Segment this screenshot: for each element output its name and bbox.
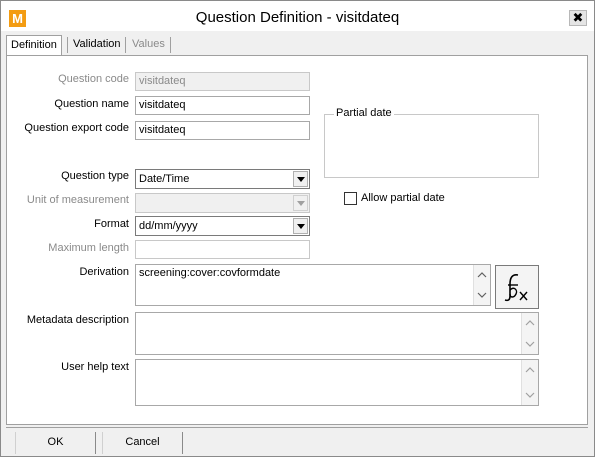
scroll-down-icon bbox=[477, 292, 487, 298]
dropdown-arrow-button bbox=[293, 195, 308, 211]
allow-partial-date-label[interactable]: Allow partial date bbox=[361, 192, 445, 204]
format-value: dd/mm/yyyy bbox=[139, 220, 198, 232]
close-button[interactable]: ✖ bbox=[569, 10, 587, 26]
unit-of-measurement-label: Unit of measurement bbox=[26, 194, 129, 206]
question-code-field: visitdateq bbox=[135, 72, 310, 91]
derivation-value: screening:cover:covformdate bbox=[139, 267, 281, 279]
user-help-text-scrollbar[interactable] bbox=[521, 360, 538, 405]
question-type-select[interactable]: Date/Time bbox=[135, 169, 310, 189]
format-select[interactable]: dd/mm/yyyy bbox=[135, 216, 310, 236]
allow-partial-date-checkbox[interactable] bbox=[344, 192, 357, 205]
function-builder-button[interactable] bbox=[495, 265, 539, 309]
metadata-description-scrollbar[interactable] bbox=[521, 313, 538, 354]
tab-separator bbox=[170, 37, 171, 53]
unit-of-measurement-select bbox=[135, 193, 310, 213]
derivation-label: Derivation bbox=[79, 266, 129, 278]
question-type-label: Question type bbox=[61, 170, 129, 182]
question-name-field[interactable]: visitdateq bbox=[135, 96, 310, 115]
question-export-code-label: Question export code bbox=[24, 122, 129, 134]
question-export-code-field[interactable]: visitdateq bbox=[135, 121, 310, 140]
dialog-window: M Question Definition - visitdateq ✖ Def… bbox=[0, 0, 595, 457]
partial-date-legend: Partial date bbox=[334, 107, 394, 119]
derivation-scrollbar[interactable] bbox=[473, 265, 490, 305]
question-type-value: Date/Time bbox=[139, 173, 190, 185]
chevron-down-icon bbox=[297, 201, 305, 206]
partial-date-group bbox=[324, 114, 539, 178]
tab-definition[interactable]: Definition bbox=[6, 35, 62, 56]
tab-values: Values bbox=[132, 38, 165, 50]
scroll-up-icon bbox=[477, 272, 487, 278]
scroll-down-icon bbox=[525, 392, 535, 398]
chevron-down-icon bbox=[297, 177, 305, 182]
function-fx-icon bbox=[504, 274, 528, 302]
derivation-textarea[interactable]: screening:cover:covformdate bbox=[135, 264, 491, 306]
tab-separator bbox=[67, 37, 68, 53]
question-name-label: Question name bbox=[54, 98, 129, 110]
chevron-down-icon bbox=[297, 224, 305, 229]
dropdown-arrow-button[interactable] bbox=[293, 171, 308, 187]
title-bar: M Question Definition - visitdateq ✖ bbox=[1, 1, 594, 31]
cancel-button[interactable]: Cancel bbox=[102, 432, 183, 454]
scroll-up-icon bbox=[525, 367, 535, 373]
question-code-label: Question code bbox=[58, 73, 129, 85]
user-help-text-textarea[interactable] bbox=[135, 359, 539, 406]
tab-validation[interactable]: Validation bbox=[69, 35, 125, 55]
tab-separator bbox=[125, 37, 126, 53]
metadata-description-textarea[interactable] bbox=[135, 312, 539, 355]
format-label: Format bbox=[94, 218, 129, 230]
ok-button[interactable]: OK bbox=[15, 432, 96, 454]
scroll-down-icon bbox=[525, 341, 535, 347]
maximum-length-field[interactable] bbox=[135, 240, 310, 259]
dropdown-arrow-button[interactable] bbox=[293, 218, 308, 234]
user-help-text-label: User help text bbox=[61, 361, 129, 373]
metadata-description-label: Metadata description bbox=[26, 314, 129, 326]
scroll-up-icon bbox=[525, 320, 535, 326]
maximum-length-label: Maximum length bbox=[48, 242, 129, 254]
window-title: Question Definition - visitdateq bbox=[195, 9, 400, 26]
